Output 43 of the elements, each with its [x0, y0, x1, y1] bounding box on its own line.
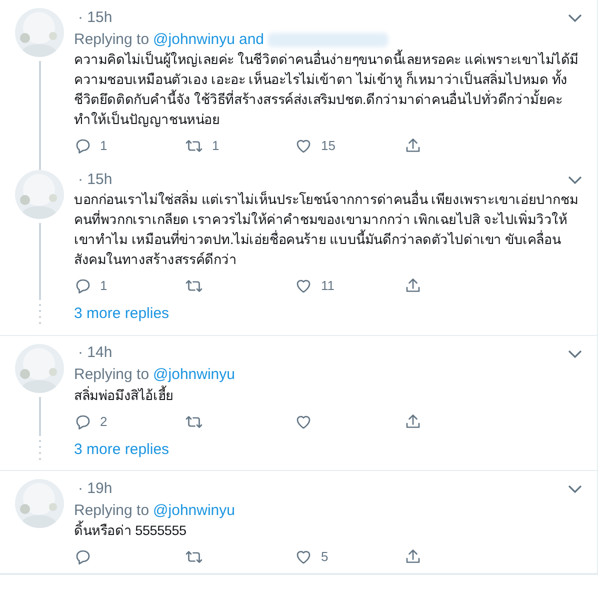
share-icon[interactable] — [404, 412, 422, 430]
mention-link[interactable]: @johnwinyu — [153, 364, 235, 387]
tweet-text: สลิ่มพ่อมึงสิไอ้เฮี้ย — [74, 386, 174, 404]
heart-icon[interactable] — [294, 548, 313, 566]
share-icon[interactable] — [404, 137, 422, 155]
joiner-word: and — [238, 30, 264, 50]
tweet-time[interactable]: · 14h — [78, 342, 112, 365]
replying-label: Replying to — [74, 30, 150, 50]
tweet-time[interactable]: · 15h — [78, 168, 112, 192]
chevron-down-icon[interactable] — [568, 484, 582, 494]
replying-label: Replying to — [74, 365, 150, 386]
tweet-text: บอกก่อนเราไม่ใช่สลิ่ม แต่เราไม่เห็นประโยชน์จากการด่าคนอื่น เพียงเพราะเขาเอ่ยปากชมคนที่พวกกเราเกลียด เราควรไม่ให้ค่าคำชมของเขามากกว่า เพิกเฉยไปสิ จะไปเพิ่มวิวให้เขาทำไม เหมือนที่ข่าวตปท.ไม่เอ่ยชื่อคนร้าย แบบนี้มันดีกว่าลดตัวไปด่าเขา ขับเคลื่อนสังคมในทางสร้างสรรค์ดีกว่า — [74, 190, 580, 269]
chevron-down-icon[interactable] — [568, 175, 582, 185]
retweet-count: 1 — [212, 137, 220, 156]
tweet-text: ความคิดไม่เป็นผู้ใหญ่เลยค่ะ ในชีวิตด่าคนอื่นง่ายๆขนาดนี้เลยหรอคะ แค่เพราะเขาไม่ได้มีความชอบเหมือนตัวเอง เอะอะ เห็นอะไรไม่เข้าตา ไม่เข้าหู ก็เหมาว่าเป็นสลิ่มไปหมด ทั้งชีวิตยึดติดกับคำนี้จัง ใช้วิธีที่สร้างสรรค์ส่งเสริมปชต.ดีกว่ามาด่าคนอื่นไปทั่วดีกว่ามั้ยคะ ทำให้เป็นปัญญาชนหน่อย — [74, 50, 582, 130]
heart-icon[interactable] — [294, 137, 313, 155]
like-count: 5 — [321, 548, 328, 566]
reply-count: 1 — [100, 137, 108, 156]
like-count: 15 — [321, 137, 336, 156]
heart-icon[interactable] — [294, 277, 313, 295]
retweet-icon[interactable] — [184, 277, 204, 295]
reply-count: 1 — [100, 277, 108, 296]
chevron-down-icon[interactable] — [568, 348, 582, 358]
more-replies-link[interactable]: 3 more replies — [74, 300, 170, 328]
retweet-icon[interactable] — [184, 548, 204, 566]
mention-link[interactable]: @johnwinyu — [153, 500, 235, 522]
chevron-down-icon[interactable] — [568, 13, 582, 23]
reply-icon[interactable] — [74, 412, 92, 430]
tweet-time[interactable]: · 19h — [78, 478, 112, 500]
reply-count: 2 — [100, 412, 108, 431]
tweet-text: ดิ้นหรือด่า 5555555 — [74, 521, 582, 541]
reply-icon[interactable] — [74, 548, 92, 566]
reply-icon[interactable] — [74, 137, 92, 155]
tweet-time[interactable]: · 15h — [78, 6, 112, 30]
more-replies-link[interactable]: 3 more replies — [74, 436, 170, 464]
replying-label: Replying to — [74, 500, 150, 520]
share-icon[interactable] — [404, 277, 422, 295]
thread-line — [38, 396, 40, 436]
mention-link[interactable]: @johnwinyu — [153, 28, 235, 52]
share-icon[interactable] — [404, 548, 422, 566]
like-count: 11 — [321, 277, 334, 296]
retweet-icon[interactable] — [184, 137, 204, 155]
reply-icon[interactable] — [74, 277, 92, 295]
